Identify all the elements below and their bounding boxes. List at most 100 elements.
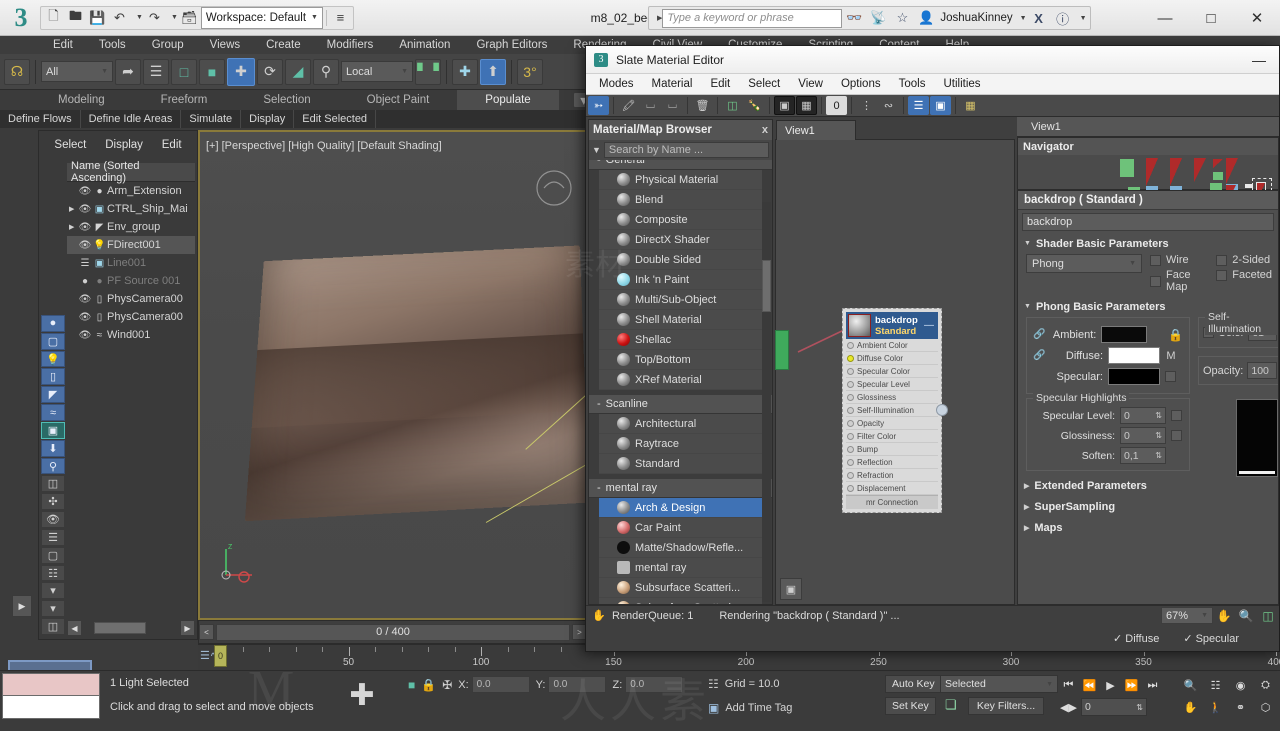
sme-title-bar[interactable]: 3 Slate Material Editor — bbox=[586, 46, 1279, 74]
two-sided-checkbox[interactable] bbox=[1216, 254, 1228, 266]
notes-icon[interactable]: ☷ bbox=[41, 564, 65, 582]
add-time-tag-button[interactable]: ✚ bbox=[345, 675, 379, 715]
pick-material-icon[interactable]: 🖍 bbox=[618, 96, 639, 115]
browser-item[interactable]: Subsurface Scatteri... bbox=[599, 598, 762, 604]
sme-menu-bar[interactable]: Modes Material Edit Select View Options … bbox=[586, 74, 1279, 95]
diffuse-color-swatch[interactable] bbox=[1108, 347, 1160, 364]
browser-item[interactable]: Shellac bbox=[599, 330, 762, 350]
time-tag-label[interactable]: Add Time Tag bbox=[725, 702, 792, 714]
scene-explorer-menu-select[interactable]: Select bbox=[54, 139, 86, 151]
current-frame-field[interactable]: 0 / 400 bbox=[216, 623, 570, 641]
zoom-level-combo[interactable]: 67% ▼ bbox=[1161, 607, 1213, 624]
specular-level-map-checkbox[interactable] bbox=[1171, 410, 1182, 421]
layer-icon[interactable]: ◫ bbox=[41, 475, 65, 493]
z-input[interactable]: 0.0 bbox=[625, 676, 684, 693]
set-key-button[interactable]: Set Key bbox=[885, 697, 936, 715]
open-file-icon[interactable]: 🖿 bbox=[65, 7, 86, 28]
menu-item-views[interactable]: Views bbox=[197, 36, 253, 54]
y-input[interactable]: 0.0 bbox=[548, 676, 607, 693]
key-step-icon[interactable]: ◀▶ bbox=[1058, 697, 1079, 717]
ribbon-btn-define-idle-areas[interactable]: Define Idle Areas bbox=[81, 110, 182, 128]
previous-frame-icon[interactable]: ⏪ bbox=[1079, 675, 1100, 695]
undo-dropdown-icon[interactable]: ▼ bbox=[136, 14, 143, 21]
list-item[interactable]: 👁 ● Arm_Extension bbox=[67, 182, 195, 200]
sme-menu-tools[interactable]: Tools bbox=[890, 74, 935, 95]
menu-item-tools[interactable]: Tools bbox=[86, 36, 139, 54]
eye-icon[interactable]: 👁 bbox=[78, 222, 92, 233]
browser-group-scanline[interactable]: - Scanline bbox=[589, 395, 772, 414]
exchange-app-icon[interactable]: X bbox=[1027, 7, 1051, 29]
scrollbar-thumb[interactable] bbox=[94, 622, 146, 634]
redo-icon[interactable]: ↷ bbox=[144, 7, 165, 28]
playback-controls[interactable]: ⏮ ⏪ ▶ ⏩ ⏭ bbox=[1058, 675, 1163, 695]
shader-type-combo[interactable]: Phong ▼ bbox=[1026, 254, 1143, 273]
toolbox-icon[interactable]: ◫ bbox=[41, 618, 65, 635]
binoculars-icon[interactable]: 👓 bbox=[842, 7, 866, 29]
node-slot[interactable]: Glossiness bbox=[846, 391, 938, 404]
chevron-down-icon[interactable]: ▼ bbox=[592, 145, 601, 155]
sme-menu-options[interactable]: Options bbox=[832, 74, 890, 95]
next-frame-icon[interactable]: ⏩ bbox=[1121, 675, 1142, 695]
browser-item[interactable]: Standard bbox=[599, 454, 762, 474]
spinner-arrows-icon[interactable]: ⇅ bbox=[1155, 411, 1162, 420]
layers-icon[interactable]: ☰ bbox=[78, 258, 92, 269]
rectangular-selection-region-icon[interactable]: □ bbox=[171, 58, 197, 85]
rollout-supersampling[interactable]: ▶ SuperSampling bbox=[1018, 498, 1278, 515]
x-input[interactable]: 0.0 bbox=[471, 676, 530, 693]
walk-through-icon[interactable]: 🚶 bbox=[1205, 697, 1226, 717]
browser-item[interactable]: Composite bbox=[599, 210, 762, 230]
search-input[interactable]: Type a keyword or phrase bbox=[662, 8, 843, 28]
specular-channel-toggle[interactable]: ✓ Specular bbox=[1183, 632, 1239, 645]
key-mode-icon[interactable]: ❏ bbox=[945, 697, 957, 713]
scene-explorer-hscrollbar[interactable]: ◀ ▶ bbox=[67, 619, 195, 637]
sme-menu-view[interactable]: View bbox=[789, 74, 832, 95]
slate-material-editor-window[interactable]: 3 Slate Material Editor — Modes Material… bbox=[585, 45, 1280, 652]
browser-item[interactable]: Multi/Sub-Object bbox=[599, 290, 762, 310]
z-coordinate[interactable]: Z: 0.0 bbox=[612, 676, 684, 693]
sme-toolbar[interactable]: ➳ 🖍 ⌴ ⌴ 🗑 ◫ 🍾 ▣ ▦ 0 ⋮ ∾ ☰ ▣ ▦ bbox=[586, 95, 1279, 117]
scene-explorer-filter-strip[interactable]: ● ▢ 💡 ▯ ◤ ≈ ▣ ⬇ ⚲ ◫ ✣ 👁 ☰ ▢ ☷ ▾ ▾ ◫ bbox=[41, 163, 67, 635]
node-slot[interactable]: Bump bbox=[846, 443, 938, 456]
node-minimize-icon[interactable]: — bbox=[924, 320, 936, 331]
sme-node-view[interactable]: View1 backdrop Standard — Ambient Color … bbox=[775, 120, 1015, 605]
browser-item[interactable]: Double Sided bbox=[599, 250, 762, 270]
menu-item-group[interactable]: Group bbox=[139, 36, 197, 54]
chevron-right-icon[interactable]: ▶ bbox=[1024, 503, 1029, 511]
frame-spinner[interactable]: 0 ⇅ bbox=[1081, 698, 1147, 716]
opacity-field[interactable]: 100 bbox=[1247, 362, 1277, 379]
absolute-relative-icon[interactable]: ✠ bbox=[442, 678, 452, 692]
browser-item[interactable]: mental ray bbox=[599, 558, 762, 578]
browser-search-row[interactable]: ▼ Search by Name ... bbox=[589, 140, 772, 160]
sme-view-tab-label[interactable]: View1 bbox=[1031, 121, 1061, 133]
node-view-corner-icon[interactable]: ▣ bbox=[780, 578, 802, 600]
assign-to-selection-icon[interactable]: 🍾 bbox=[744, 96, 765, 115]
sme-view-tab-bar[interactable]: View1 bbox=[1017, 117, 1279, 137]
browser-item[interactable]: Matte/Shadow/Refle... bbox=[599, 538, 762, 558]
transform-type-in[interactable]: ■ 🔒 ✠ X: 0.0 Y: 0.0 Z: 0.0 bbox=[408, 676, 684, 693]
new-file-icon[interactable]: 🗋 bbox=[43, 7, 64, 28]
lock-icon[interactable]: 🔒 bbox=[421, 678, 436, 692]
material-name-field[interactable]: backdrop bbox=[1022, 213, 1274, 231]
list-icon[interactable]: ☰ bbox=[41, 528, 65, 546]
material-map-browser[interactable]: Material/Map Browser x ▼ Search by Name … bbox=[588, 119, 773, 605]
scene-explorer-list[interactable]: Name (Sorted Ascending) 👁 ● Arm_Extensio… bbox=[67, 160, 195, 617]
eye-icon[interactable]: 👁 bbox=[78, 204, 92, 215]
node-slot[interactable]: Filter Color bbox=[846, 430, 938, 443]
node-slot[interactable]: Self-Illumination bbox=[846, 404, 938, 417]
navigator-minimap[interactable] bbox=[1018, 155, 1278, 207]
menu-item-animation[interactable]: Animation bbox=[386, 36, 463, 54]
window-crossing-icon[interactable]: ■ bbox=[199, 58, 225, 85]
prev-frame-icon[interactable]: < bbox=[199, 624, 214, 640]
browser-item[interactable]: Shell Material bbox=[599, 310, 762, 330]
selection-lock-region-icon[interactable]: ■ bbox=[408, 678, 415, 692]
diffuse-channel-toggle[interactable]: ✓ Diffuse bbox=[1113, 632, 1159, 645]
xref-filter-icon[interactable]: ▣ bbox=[41, 421, 65, 439]
scene-explorer-menu-edit[interactable]: Edit bbox=[162, 139, 182, 151]
sme-menu-material[interactable]: Material bbox=[643, 74, 702, 95]
select-and-link-icon[interactable]: ☊ bbox=[4, 58, 30, 85]
node-slot[interactable]: Reflection bbox=[846, 456, 938, 469]
go-to-end-icon[interactable]: ⏭ bbox=[1142, 675, 1163, 695]
list-item[interactable]: ▶ 👁 ◤ Env_group bbox=[67, 218, 195, 236]
faceted-checkbox[interactable] bbox=[1216, 269, 1228, 281]
browser-item-selected[interactable]: Arch & Design bbox=[599, 498, 762, 518]
